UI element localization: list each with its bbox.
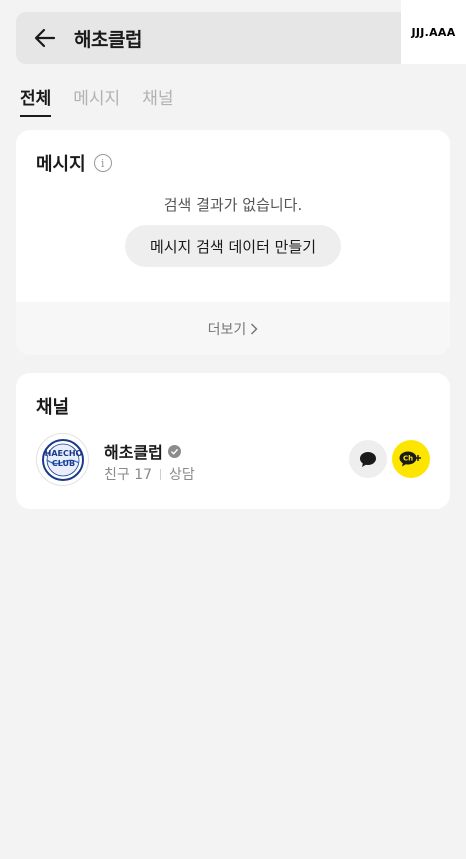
watermark: JJJ.AAA xyxy=(401,0,466,64)
chat-button[interactable] xyxy=(349,440,387,478)
info-icon[interactable]: i xyxy=(93,154,112,172)
logo-text-top: HAECHO xyxy=(44,449,83,458)
back-button[interactable] xyxy=(16,12,74,64)
logo-text-bottom: CLUB xyxy=(51,459,76,468)
speech-bubble-icon xyxy=(360,451,376,467)
channel-section-title: 채널 xyxy=(36,397,70,418)
channel-logo[interactable]: HAECHO CLUB xyxy=(36,433,89,486)
tab-all[interactable]: 전체 xyxy=(20,84,52,117)
message-result-card: 메시지 i 검색 결과가 없습니다. 메시지 검색 데이터 만들기 더보기 xyxy=(16,130,450,355)
verified-badge-icon xyxy=(167,444,181,458)
channel-add-icon: Ch xyxy=(399,451,421,467)
channel-result-card: 채널 HAECHO CLUB 해초클럽 친구 17 상담 Ch xyxy=(16,373,450,509)
chevron-right-icon xyxy=(251,322,258,335)
tab-messages[interactable]: 메시지 xyxy=(73,84,120,117)
empty-result-text: 검색 결과가 없습니다. xyxy=(163,196,303,214)
meta-divider xyxy=(160,468,162,480)
friends-count: 친구 17 xyxy=(104,467,153,483)
make-search-data-button[interactable]: 메시지 검색 데이터 만들기 xyxy=(125,225,341,267)
channel-meta: 친구 17 상담 xyxy=(104,464,195,484)
tab-channels[interactable]: 채널 xyxy=(142,84,173,117)
more-button[interactable]: 더보기 xyxy=(16,302,450,355)
message-section-header: 메시지 i xyxy=(36,150,112,176)
tab-bar: 전체 메시지 채널 xyxy=(20,84,173,117)
arrow-left-icon xyxy=(34,28,56,48)
message-section-title: 메시지 xyxy=(36,154,86,175)
search-query[interactable]: 해초클럽 xyxy=(74,25,142,52)
channel-name: 해초클럽 xyxy=(104,443,163,462)
search-bar[interactable]: 해초클럽 xyxy=(16,12,450,64)
channel-name-row[interactable]: 해초클럽 xyxy=(104,439,181,463)
add-channel-button[interactable]: Ch xyxy=(392,440,430,478)
consult-label: 상담 xyxy=(169,467,195,483)
svg-text:Ch: Ch xyxy=(403,455,413,463)
more-label: 더보기 xyxy=(207,321,247,338)
